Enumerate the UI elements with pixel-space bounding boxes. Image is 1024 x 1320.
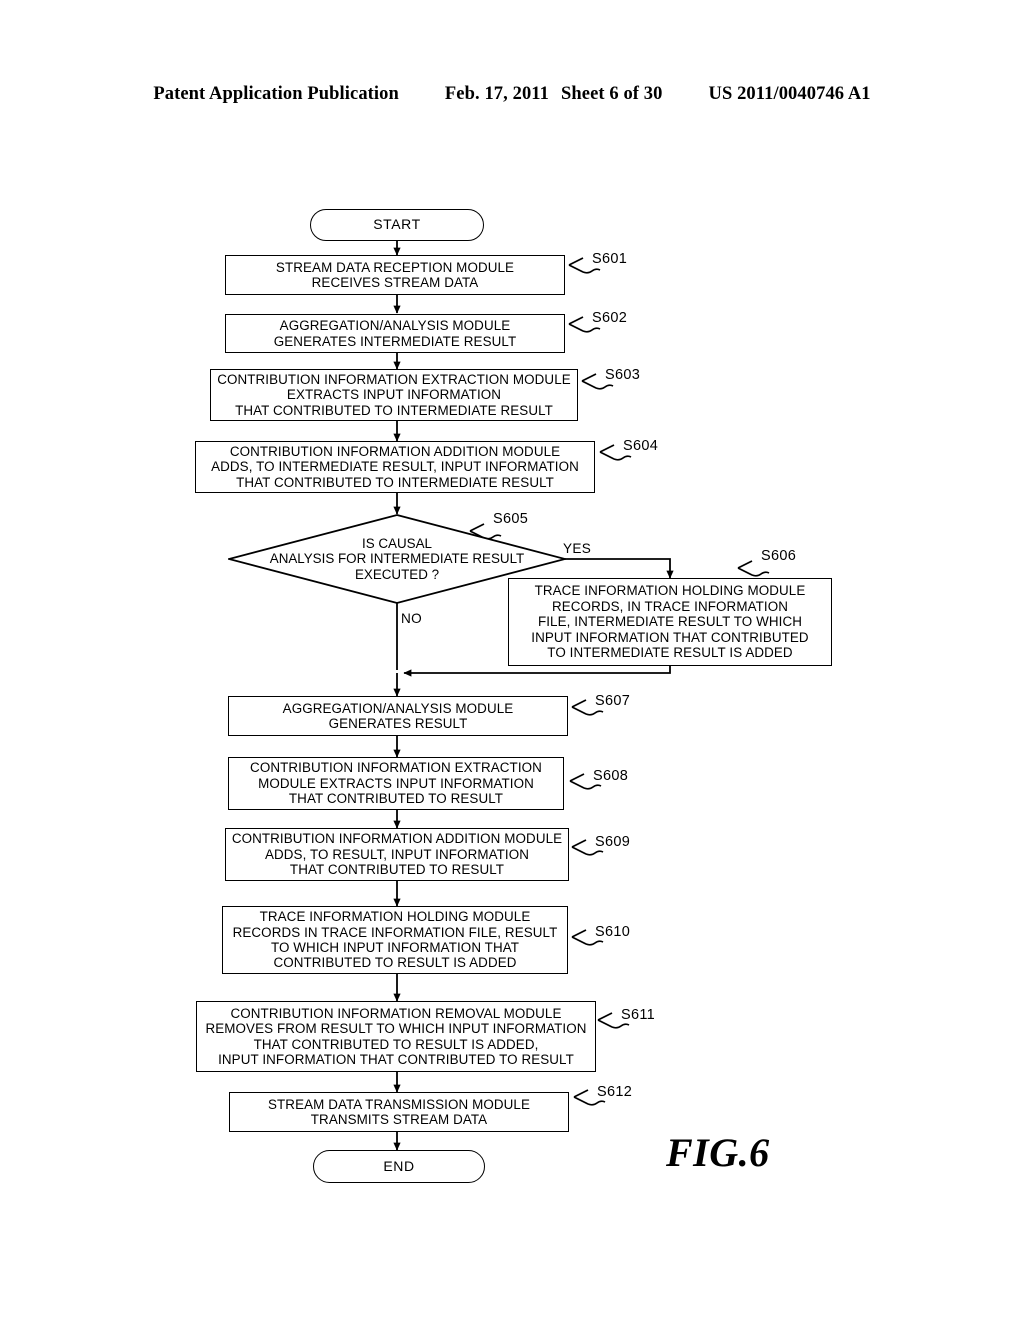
- start-label: START: [373, 216, 421, 233]
- process-s607: AGGREGATION/ANALYSIS MODULE GENERATES RE…: [228, 696, 568, 736]
- step-label-s610: S610: [595, 924, 631, 940]
- start-terminal: START: [310, 209, 484, 241]
- decision-s605: IS CAUSAL ANALYSIS FOR INTERMEDIATE RESU…: [228, 514, 566, 604]
- figure-caption: FIG.6: [666, 1130, 770, 1175]
- step-label-s606: S606: [761, 548, 797, 564]
- process-s603: CONTRIBUTION INFORMATION EXTRACTION MODU…: [210, 369, 578, 421]
- process-s604: CONTRIBUTION INFORMATION ADDITION MODULE…: [195, 441, 595, 493]
- step-label-s612: S612: [597, 1084, 633, 1100]
- process-s602-text: AGGREGATION/ANALYSIS MODULE GENERATES IN…: [273, 318, 517, 349]
- process-s610: TRACE INFORMATION HOLDING MODULE RECORDS…: [222, 906, 568, 974]
- branch-label-no: NO: [401, 611, 422, 626]
- process-s612: STREAM DATA TRANSMISSION MODULE TRANSMIT…: [229, 1092, 569, 1132]
- step-label-s601: S601: [592, 251, 628, 267]
- process-s604-text: CONTRIBUTION INFORMATION ADDITION MODULE…: [211, 443, 579, 490]
- process-s612-text: STREAM DATA TRANSMISSION MODULE TRANSMIT…: [267, 1096, 531, 1127]
- process-s601: STREAM DATA RECEPTION MODULE RECEIVES ST…: [225, 255, 565, 295]
- step-label-s607: S607: [595, 693, 631, 709]
- process-s610-text: TRACE INFORMATION HOLDING MODULE RECORDS…: [232, 909, 558, 971]
- process-s603-text: CONTRIBUTION INFORMATION EXTRACTION MODU…: [217, 371, 571, 418]
- process-s602: AGGREGATION/ANALYSIS MODULE GENERATES IN…: [225, 314, 565, 353]
- branch-label-yes: YES: [563, 541, 592, 556]
- process-s611: CONTRIBUTION INFORMATION REMOVAL MODULE …: [196, 1001, 596, 1072]
- step-label-s611: S611: [621, 1007, 655, 1023]
- end-terminal: END: [313, 1150, 485, 1183]
- step-label-s603: S603: [605, 367, 641, 383]
- process-s608-text: CONTRIBUTION INFORMATION EXTRACTION MODU…: [250, 760, 542, 807]
- step-label-s609: S609: [595, 834, 631, 850]
- process-s609-text: CONTRIBUTION INFORMATION ADDITION MODULE…: [231, 831, 563, 878]
- process-s609: CONTRIBUTION INFORMATION ADDITION MODULE…: [225, 828, 569, 881]
- process-s608: CONTRIBUTION INFORMATION EXTRACTION MODU…: [228, 757, 564, 810]
- flowchart-figure: START STREAM DATA RECEPTION MODULE RECEI…: [0, 0, 1024, 1320]
- step-label-s602: S602: [592, 310, 628, 326]
- process-s601-text: STREAM DATA RECEPTION MODULE RECEIVES ST…: [275, 259, 515, 290]
- decision-s605-text: IS CAUSAL ANALYSIS FOR INTERMEDIATE RESU…: [269, 535, 525, 582]
- process-s607-text: AGGREGATION/ANALYSIS MODULE GENERATES RE…: [282, 700, 514, 731]
- process-s611-text: CONTRIBUTION INFORMATION REMOVAL MODULE …: [205, 1005, 587, 1067]
- process-s606-text: TRACE INFORMATION HOLDING MODULE RECORDS…: [531, 583, 809, 661]
- step-label-s604: S604: [623, 438, 659, 454]
- end-label: END: [383, 1157, 415, 1174]
- step-label-s608: S608: [593, 768, 629, 784]
